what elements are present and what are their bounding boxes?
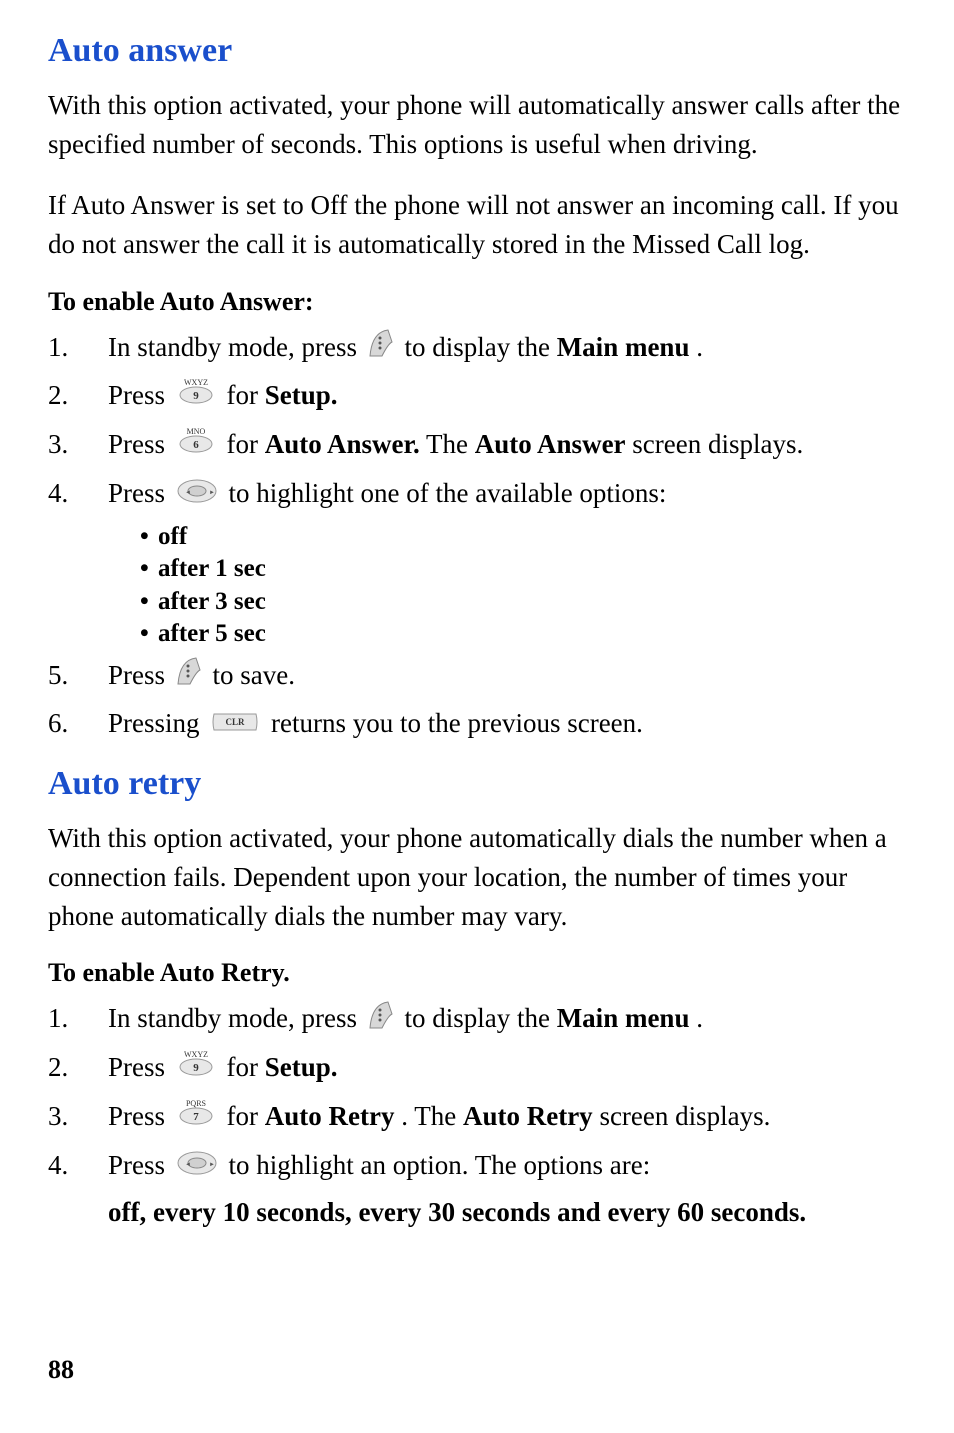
bullet-text: off — [158, 521, 187, 554]
list-number: 5. — [48, 655, 108, 697]
step-bold-text: Setup. — [265, 1052, 338, 1082]
list-item: 2. Press WXYZ 9 for Setup. — [48, 1047, 906, 1092]
paragraph: If Auto Answer is set to Off the phone w… — [48, 186, 906, 264]
list-number: 3. — [48, 1096, 108, 1138]
key-6-icon: MNO 6 — [176, 424, 216, 469]
list-item: 5. Press to save. — [48, 655, 906, 699]
subheading: To enable Auto Retry. — [48, 958, 906, 988]
svg-text:►: ► — [209, 1162, 215, 1168]
nav-key-icon: ◄► — [176, 475, 218, 517]
bullet-item: • after 3 sec — [140, 586, 906, 619]
step-text: . The — [401, 1101, 463, 1131]
step-text: Pressing — [108, 708, 206, 738]
list-number: 1. — [48, 998, 108, 1040]
step-text: In standby mode, press — [108, 332, 364, 362]
list-number: 1. — [48, 327, 108, 369]
step-text: Press — [108, 1101, 172, 1131]
list-number: 6. — [48, 703, 108, 745]
svg-text:◄: ◄ — [185, 1162, 191, 1168]
step-text: screen displays. — [632, 429, 803, 459]
bullet-marker: • — [140, 586, 158, 619]
step-text: Press — [108, 380, 172, 410]
svg-text:9: 9 — [193, 390, 199, 402]
step-text: Press — [108, 478, 165, 508]
step-text: returns you to the previous screen. — [271, 708, 643, 738]
bullet-item: • after 1 sec — [140, 553, 906, 586]
list-item: 6. Pressing CLR returns you to the previ… — [48, 703, 906, 747]
step-text: Press — [108, 660, 172, 690]
paragraph: With this option activated, your phone a… — [48, 819, 906, 936]
step-text: screen displays. — [599, 1101, 770, 1131]
list-number: 2. — [48, 1047, 108, 1089]
svg-text:9: 9 — [193, 1062, 199, 1074]
step-text: for — [227, 380, 265, 410]
list-number: 3. — [48, 424, 108, 466]
svg-text:WXYZ: WXYZ — [184, 1050, 208, 1059]
step-text: to display the — [404, 1003, 556, 1033]
step-text: . — [696, 1003, 703, 1033]
svg-text:WXYZ: WXYZ — [184, 378, 208, 387]
svg-text:►: ► — [209, 490, 215, 496]
section-heading-auto-answer: Auto answer — [48, 32, 906, 70]
step-text: to highlight one of the available option… — [229, 478, 667, 508]
step-bold-text: Auto Retry — [463, 1101, 593, 1131]
step-text: In standby mode, press — [108, 1003, 364, 1033]
list-item: 4. Press ◄► to highlight an option. The … — [48, 1145, 906, 1189]
list-item: 2. Press WXYZ 9 for Setup. — [48, 375, 906, 420]
list-item: 4. Press ◄► to highlight one of the avai… — [48, 473, 906, 517]
svg-text:6: 6 — [193, 439, 199, 451]
svg-text:MNO: MNO — [186, 427, 205, 436]
key-7-icon: PQRS 7 — [176, 1096, 216, 1141]
bullet-marker: • — [140, 521, 158, 554]
step-bold-text: Auto Retry — [265, 1101, 395, 1131]
svg-text:◄: ◄ — [185, 490, 191, 496]
list-item: 3. Press PQRS 7 for Auto Retry . The Auto… — [48, 1096, 906, 1141]
svg-text:CLR: CLR — [226, 717, 246, 727]
step-text: The — [426, 429, 475, 459]
list-item: 1. In standby mode, press to display the… — [48, 327, 906, 371]
step-text: Press — [108, 1052, 172, 1082]
options-line: off, every 10 seconds, every 30 seconds … — [108, 1193, 906, 1232]
step-text: for — [227, 1052, 265, 1082]
step-bold-text: Main menu — [557, 332, 690, 362]
list-item: 1. In standby mode, press to display the… — [48, 998, 906, 1042]
nav-key-icon: ◄► — [176, 1147, 218, 1189]
svg-text:PQRS: PQRS — [186, 1099, 206, 1108]
menu-key-icon — [176, 656, 202, 699]
step-text: for — [227, 429, 265, 459]
step-bold-text: Auto Answer — [475, 429, 626, 459]
menu-key-icon — [368, 1000, 394, 1043]
clr-key-icon: CLR — [210, 705, 260, 747]
page-number: 88 — [48, 1355, 74, 1385]
paragraph: With this option activated, your phone w… — [48, 86, 906, 164]
step-text: for — [227, 1101, 265, 1131]
bullet-text: after 5 sec — [158, 618, 266, 651]
key-9-icon: WXYZ 9 — [176, 1047, 216, 1092]
bullet-item: • after 5 sec — [140, 618, 906, 651]
step-text: Press — [108, 429, 172, 459]
step-bold-text: Setup. — [265, 380, 338, 410]
section-heading-auto-retry: Auto retry — [48, 765, 906, 803]
bullet-item: • off — [140, 521, 906, 554]
step-text: Press — [108, 1150, 165, 1180]
step-text: to highlight an option. The options are: — [229, 1150, 651, 1180]
list-item: 3. Press MNO 6 for Auto Answer. The Auto … — [48, 424, 906, 469]
bullet-text: after 3 sec — [158, 586, 266, 619]
list-number: 4. — [48, 473, 108, 515]
bullet-marker: • — [140, 618, 158, 651]
key-9-icon: WXYZ 9 — [176, 375, 216, 420]
list-number: 2. — [48, 375, 108, 417]
menu-key-icon — [368, 328, 394, 371]
step-bold-text: Auto Answer. — [265, 429, 420, 459]
svg-text:7: 7 — [193, 1111, 199, 1123]
list-number: 4. — [48, 1145, 108, 1187]
step-text: . — [696, 332, 703, 362]
subheading: To enable Auto Answer: — [48, 287, 906, 317]
step-text: to save. — [213, 660, 295, 690]
bullet-marker: • — [140, 553, 158, 586]
bullet-list: • off • after 1 sec • after 3 sec • afte… — [140, 521, 906, 651]
step-bold-text: Main menu — [557, 1003, 690, 1033]
bullet-text: after 1 sec — [158, 553, 266, 586]
step-text: to display the — [404, 332, 556, 362]
